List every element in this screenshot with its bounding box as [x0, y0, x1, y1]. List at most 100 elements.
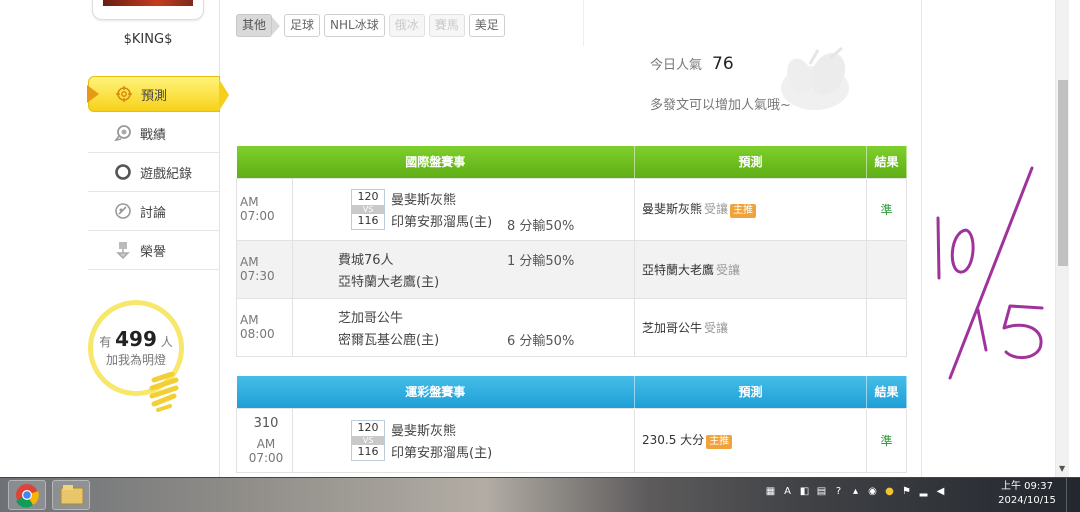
match-cell: 120 VS 116 曼斐斯灰熊 印第安那溜馬(主) 8 分輸50%: [291, 177, 636, 241]
team-away[interactable]: 芝加哥公牛: [338, 305, 634, 327]
game-time: AM 08:00: [236, 297, 293, 357]
volume-icon[interactable]: ◀: [934, 485, 947, 498]
prediction-cell: 曼斐斯灰熊 受讓 主推: [634, 177, 868, 241]
tray-expand-icon[interactable]: ▴: [849, 485, 862, 498]
team-away[interactable]: 曼斐斯灰熊: [391, 418, 492, 440]
app-tray-icon[interactable]: ◉: [866, 485, 879, 498]
sidebar-item-predict[interactable]: 預測: [87, 76, 229, 112]
prediction-cell: 230.5 大分 主推: [634, 407, 868, 473]
file-explorer-taskbar-button[interactable]: [52, 480, 90, 510]
game-time: AM 07:30: [236, 239, 293, 299]
sidebar-item-label: 討論: [140, 205, 167, 221]
username: $KING$: [123, 32, 173, 47]
result-cell: [866, 297, 908, 357]
score-away: 120: [352, 420, 384, 436]
team-away[interactable]: 曼斐斯灰熊: [391, 187, 492, 209]
game-time-cell: 310 AM 07:00: [236, 407, 293, 473]
trophy-icon: [116, 242, 130, 259]
help-icon[interactable]: ?: [832, 485, 845, 498]
match-cell: 芝加哥公牛 密爾瓦基公鹿(主) 6 分輸50%: [291, 297, 636, 357]
update-icon[interactable]: ●: [883, 485, 896, 498]
vs-label: VS: [352, 435, 384, 445]
sidebar-item-label: 榮譽: [140, 244, 167, 260]
prediction-value: 230.5 大分: [642, 433, 705, 447]
team-away[interactable]: 費城76人: [338, 247, 634, 269]
popularity: 今日人氣 76: [650, 54, 734, 74]
handicap-odds: 6 分輸50%: [507, 333, 575, 349]
prediction-team: 亞特蘭大老鷹: [642, 262, 715, 277]
filter-horse-racing: 賽馬: [428, 14, 465, 37]
filter-american-football[interactable]: 美足: [468, 14, 505, 37]
score-box: 120 VS 116: [351, 419, 385, 461]
network-icon[interactable]: ▂: [917, 485, 930, 498]
fans-prefix: 有: [99, 335, 112, 349]
ime-pad-icon[interactable]: ▤: [815, 485, 828, 498]
folder-icon: [60, 485, 84, 505]
scroll-down-arrow-icon[interactable]: ▼: [1059, 464, 1065, 473]
sport-filter-row: 其他 足球 NHL冰球 俄冰 賽馬 美足: [236, 14, 505, 37]
medal-icon: [114, 125, 131, 142]
ime-fullwidth-icon[interactable]: ◧: [798, 485, 811, 498]
sidebar-item-label: 戰績: [140, 127, 167, 143]
score-home: 116: [352, 444, 384, 460]
game-time: AM 07:00: [236, 177, 293, 241]
ime-icon[interactable]: ▦: [764, 485, 777, 498]
popularity-note: 多發文可以增加人氣哦~: [650, 98, 791, 113]
flag-icon[interactable]: ⚑: [900, 485, 913, 498]
sidebar-item-label: 預測: [141, 88, 168, 104]
featured-badge: 主推: [706, 435, 733, 449]
team-home[interactable]: 密爾瓦基公鹿(主): [338, 327, 634, 349]
team-home[interactable]: 亞特蘭大老鷹(主): [338, 269, 634, 291]
record-icon: [115, 164, 131, 180]
featured-badge: 主推: [730, 204, 757, 218]
table-row[interactable]: 310 AM 07:00 120 VS 116 曼斐斯灰熊 印第安那溜馬(主): [236, 407, 908, 473]
target-icon: [116, 86, 132, 102]
team-home[interactable]: 印第安那溜馬(主): [391, 209, 492, 231]
prediction-type: 受讓: [716, 262, 741, 277]
clock-date: 2024/10/15: [998, 495, 1056, 506]
table-row[interactable]: AM 08:00 芝加哥公牛 密爾瓦基公鹿(主) 6 分輸50% 芝加哥公牛 受讓: [236, 297, 908, 357]
column-header-result: 結果: [866, 376, 908, 408]
filter-russian-hockey: 俄冰: [388, 14, 425, 37]
handicap-odds: 8 分輸50%: [507, 218, 575, 234]
column-header-result: 結果: [866, 146, 908, 178]
fans-count-text: 有 499 人 加我為明燈: [93, 327, 179, 368]
sidebar-item-honor[interactable]: 榮譽: [88, 231, 220, 270]
vertical-scrollbar[interactable]: ▼: [1055, 0, 1069, 477]
chrome-icon: [16, 484, 39, 508]
prediction-cell: 芝加哥公牛 受讓: [634, 297, 868, 357]
ime-mode[interactable]: A: [781, 485, 794, 498]
table-row[interactable]: AM 07:30 費城76人 亞特蘭大老鷹(主) 1 分輸50% 亞特蘭大老鷹受…: [236, 239, 908, 299]
system-clock[interactable]: 上午 09:37 2024/10/15: [996, 480, 1058, 508]
clock-time: 上午 09:37: [1001, 481, 1053, 492]
avatar[interactable]: [92, 0, 204, 20]
sidebar-item-record[interactable]: 戰績: [88, 114, 220, 153]
team-home[interactable]: 印第安那溜馬(主): [391, 440, 492, 462]
chrome-taskbar-button[interactable]: [8, 480, 46, 510]
fans-unit: 人: [160, 335, 173, 349]
left-sidebar: $KING$ 預測 戰績 遊戲紀錄 討論 榮譽 有 499 人 加我為明燈: [0, 0, 229, 477]
popularity-value: 76: [712, 54, 734, 74]
scrollbar-thumb[interactable]: [1058, 80, 1068, 266]
filter-other[interactable]: 其他: [236, 14, 281, 37]
sidebar-item-game-history[interactable]: 遊戲紀錄: [88, 153, 220, 192]
filter-nhl[interactable]: NHL冰球: [324, 14, 385, 37]
score-box: 120 VS 116: [351, 188, 385, 230]
filter-soccer[interactable]: 足球: [284, 14, 321, 37]
sports-lottery-odds-table: 運彩盤賽事 預測 結果 310 AM 07:00 120 VS 116 曼斐斯灰…: [236, 376, 908, 473]
show-desktop-button[interactable]: [1066, 478, 1080, 512]
result-cell: 準: [866, 407, 908, 473]
bulb-base-icon: [149, 372, 179, 412]
fans-count: 499: [115, 327, 157, 351]
result-cell: 準: [866, 177, 908, 241]
sidebar-item-label: 遊戲紀錄: [140, 166, 193, 182]
system-tray: ▦ A ◧ ▤ ? ▴ ◉ ● ⚑ ▂ ◀: [764, 485, 947, 498]
score-away: 120: [352, 189, 384, 205]
prediction-type: 受讓: [704, 320, 729, 335]
sidebar-item-discuss[interactable]: 討論: [88, 192, 220, 231]
handicap-odds: 1 分輸50%: [507, 253, 575, 269]
table-row[interactable]: AM 07:00 120 VS 116 曼斐斯灰熊 印第安那溜馬(主) 8 分輸…: [236, 177, 908, 241]
prediction-type: 受讓: [704, 202, 729, 216]
sidebar-menu: 預測 戰績 遊戲紀錄 討論 榮譽: [87, 76, 229, 270]
popularity-label: 今日人氣: [650, 58, 703, 73]
